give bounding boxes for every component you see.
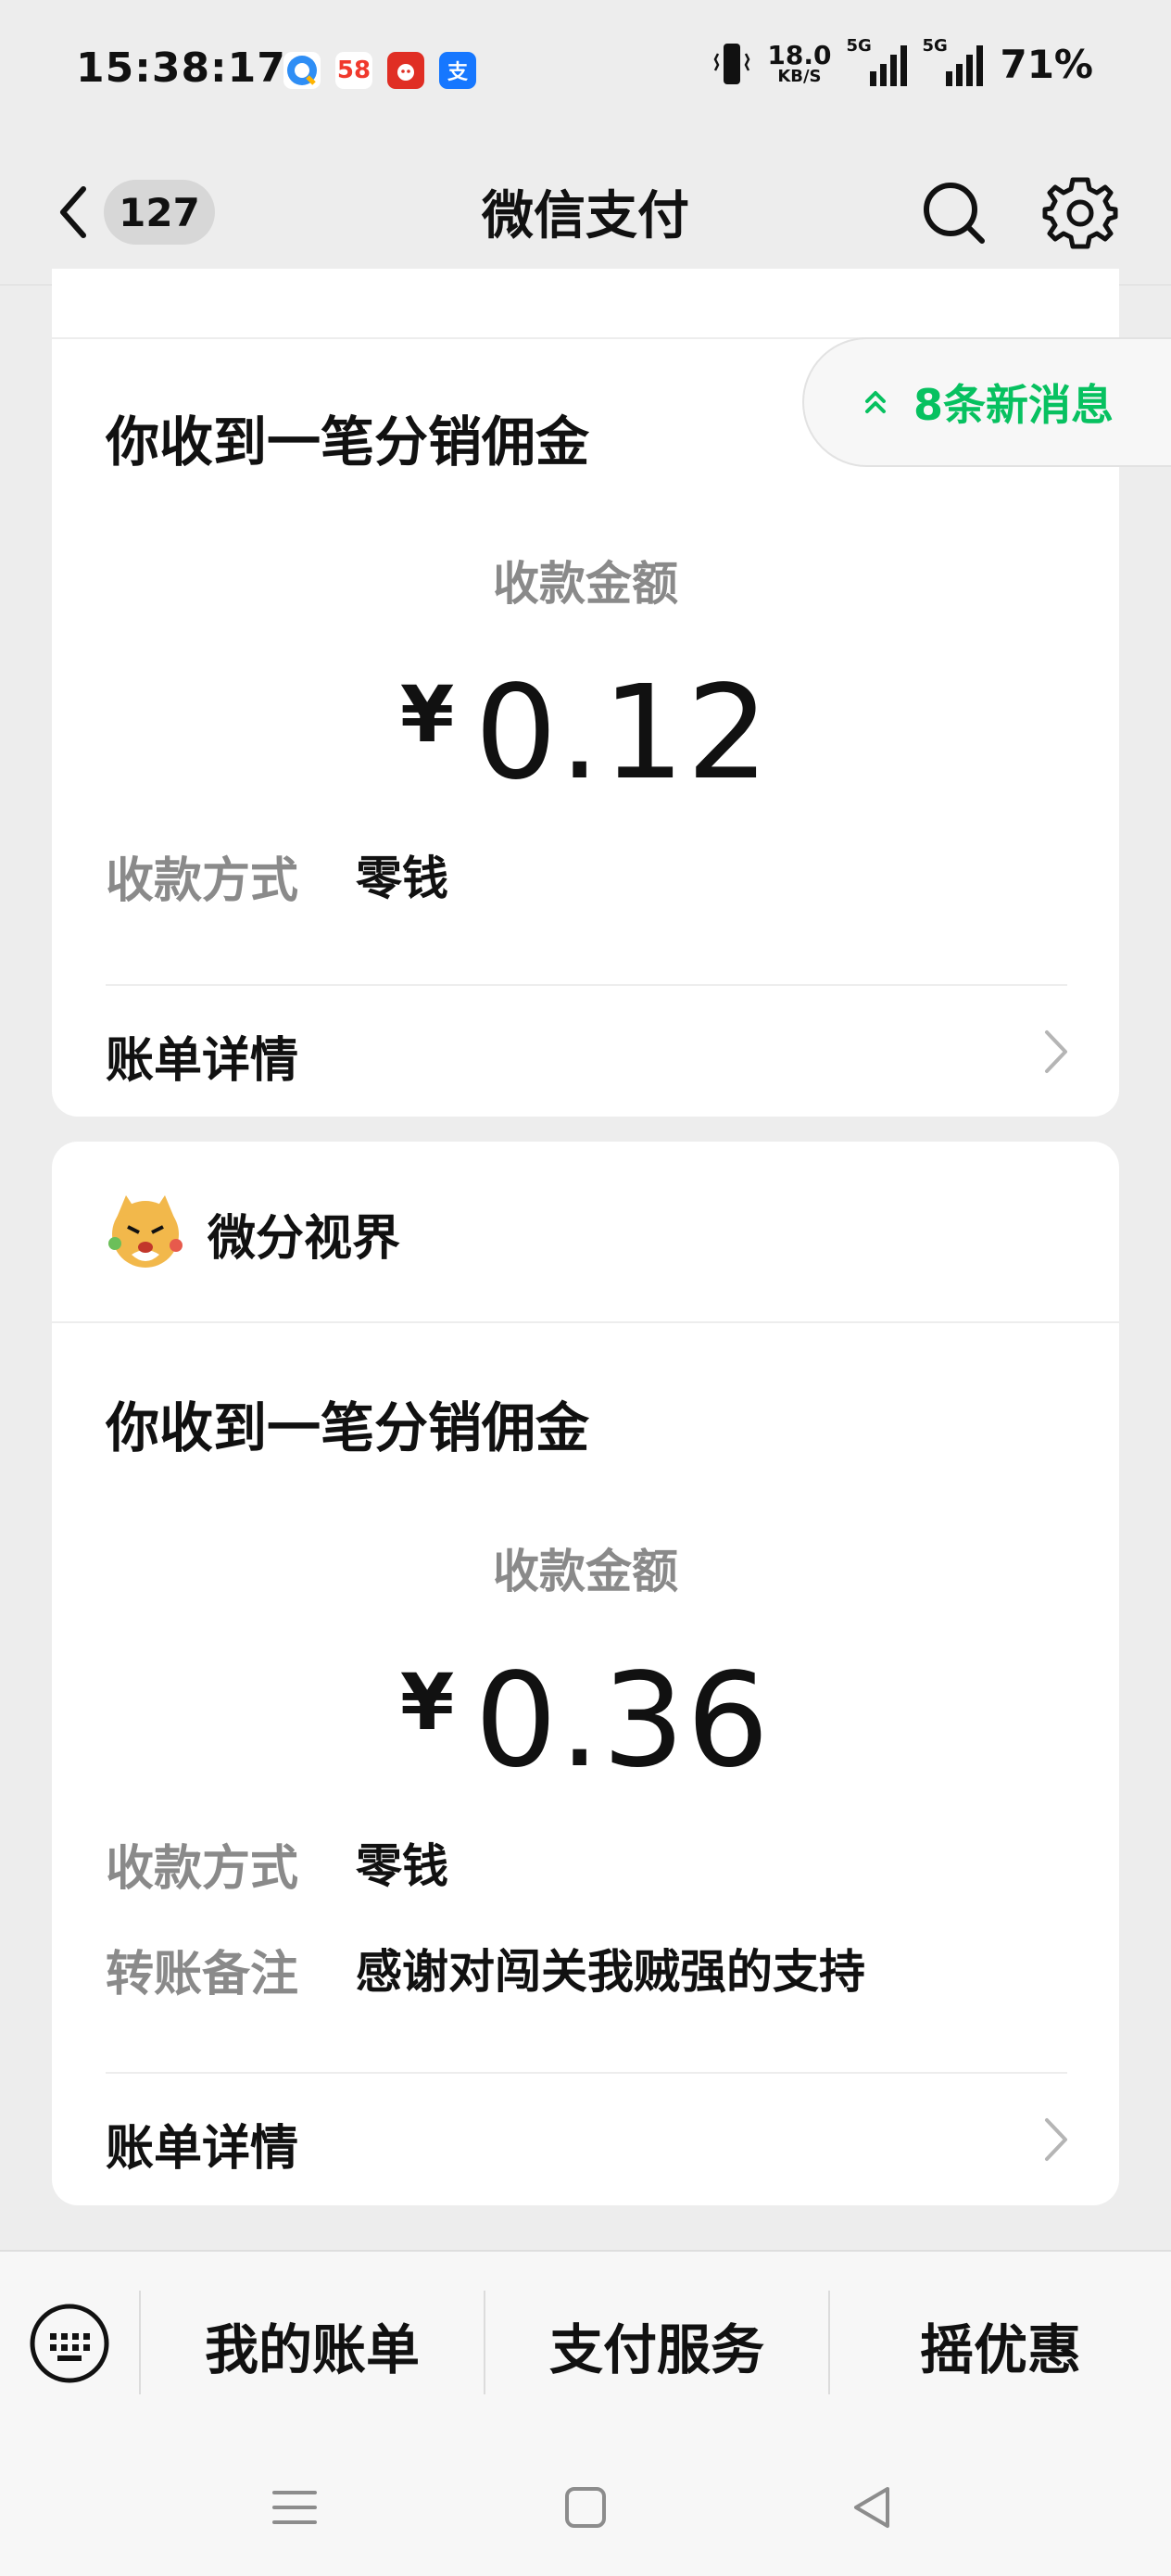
double-chevron-up-icon bbox=[865, 391, 886, 413]
back-triangle-icon[interactable] bbox=[847, 2481, 899, 2533]
bill-details-link[interactable]: 账单详情 bbox=[106, 2109, 298, 2178]
payment-method-value: 零钱 bbox=[356, 852, 448, 905]
menu-my-bills[interactable]: 我的账单 bbox=[141, 2304, 484, 2387]
amount-label: 收款金额 bbox=[493, 1545, 678, 1598]
net-speed: 18.0 KB/S bbox=[767, 40, 832, 86]
status-bar: 15:38:17 58 支 18.0 KB/S 5G 5G 71% bbox=[0, 0, 1171, 139]
divider bbox=[106, 984, 1067, 986]
amount-value: 0.36 bbox=[474, 1646, 772, 1797]
search-icon[interactable] bbox=[917, 176, 991, 250]
card-heading: 你收到一笔分销佣金 bbox=[106, 1396, 590, 1459]
amount: ¥0.36 bbox=[52, 1646, 1119, 1797]
system-navigation-bar bbox=[0, 2439, 1171, 2576]
divider bbox=[106, 2072, 1067, 2074]
payment-method-value: 零钱 bbox=[356, 1839, 448, 1893]
currency-symbol: ¥ bbox=[399, 1657, 455, 1748]
battery-level: 71% bbox=[1000, 41, 1093, 87]
chevron-right-icon bbox=[1045, 2118, 1067, 2161]
pinduoduo-icon bbox=[387, 52, 424, 89]
status-indicators: 18.0 KB/S 5G 5G 71% bbox=[713, 36, 1093, 87]
signal-5g-1-icon: 5G bbox=[846, 36, 908, 86]
page-title: 微信支付 bbox=[482, 186, 689, 246]
payment-message-card[interactable]: 微分视界 你收到一笔分销佣金 收款金额 ¥0.36 收款方式 零钱 转账备注 感… bbox=[52, 1142, 1119, 2205]
keyboard-icon[interactable] bbox=[28, 2302, 111, 2385]
signal-5g-2-icon: 5G bbox=[922, 36, 984, 86]
58-tongcheng-icon: 58 bbox=[335, 52, 372, 89]
bottom-menu: 我的账单 支付服务 摇优惠 bbox=[0, 2250, 1171, 2439]
amount-label: 收款金额 bbox=[493, 557, 678, 611]
new-messages-label: 8条新消息 bbox=[913, 380, 1114, 430]
vibrate-icon bbox=[713, 44, 750, 84]
payment-method-label: 收款方式 bbox=[106, 853, 299, 909]
currency-symbol: ¥ bbox=[399, 669, 455, 760]
home-icon[interactable] bbox=[560, 2481, 611, 2533]
new-messages-button[interactable]: 8条新消息 bbox=[802, 337, 1171, 467]
menu-payment-services[interactable]: 支付服务 bbox=[485, 2304, 828, 2387]
menu-icon[interactable] bbox=[269, 2481, 321, 2533]
alipay-icon: 支 bbox=[439, 52, 476, 89]
payment-method-label: 收款方式 bbox=[106, 1841, 299, 1897]
card-heading: 你收到一笔分销佣金 bbox=[106, 410, 590, 474]
transfer-note-label: 转账备注 bbox=[106, 1947, 299, 2002]
amount-value: 0.12 bbox=[474, 658, 772, 809]
menu-shake-offers[interactable]: 摇优惠 bbox=[830, 2304, 1171, 2387]
bill-details-link[interactable]: 账单详情 bbox=[106, 1021, 298, 1091]
gear-icon[interactable] bbox=[1041, 174, 1119, 252]
merchant-avatar[interactable] bbox=[104, 1190, 187, 1273]
nav-bar: 127 微信支付 bbox=[0, 139, 1171, 285]
divider bbox=[52, 1321, 1119, 1323]
qq-browser-icon bbox=[283, 52, 321, 89]
amount: ¥0.12 bbox=[52, 658, 1119, 809]
transfer-note-value: 感谢对闯关我贼强的支持 bbox=[356, 1945, 865, 1999]
status-time: 15:38:17 bbox=[76, 44, 286, 92]
merchant-name[interactable]: 微分视界 bbox=[208, 1199, 400, 1269]
chevron-right-icon bbox=[1045, 1030, 1067, 1073]
